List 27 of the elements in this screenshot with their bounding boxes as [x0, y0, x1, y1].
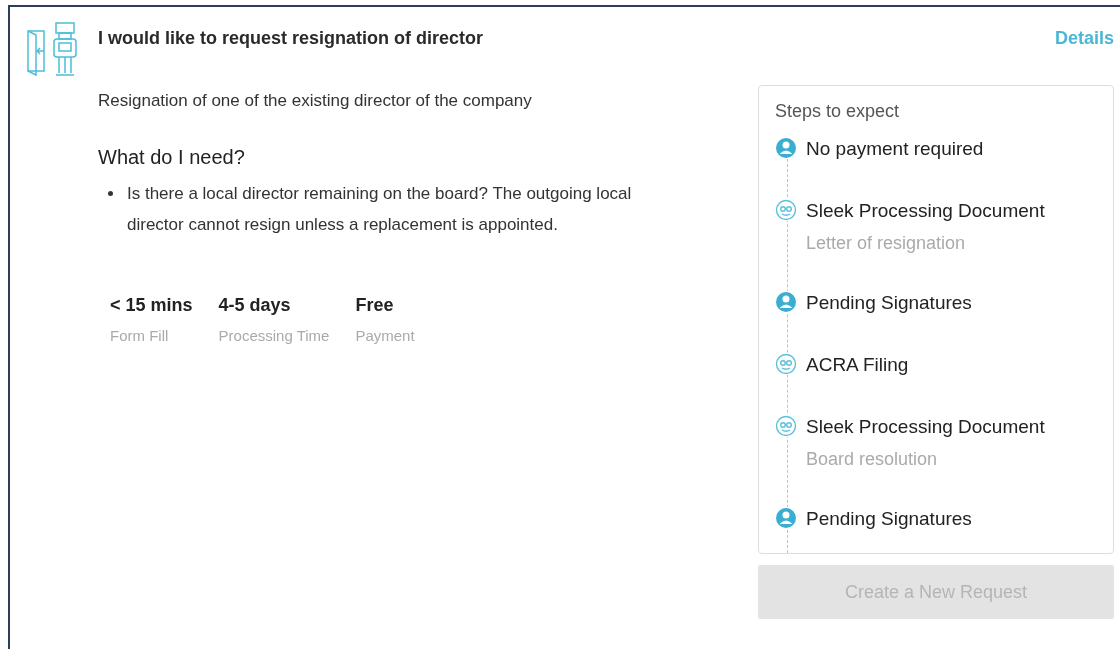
details-link[interactable]: Details [1054, 25, 1114, 52]
stat-value: < 15 mins [110, 293, 193, 317]
robot-face-icon [775, 353, 797, 375]
stat-label: Form Fill [110, 325, 170, 346]
step-title: Sleek Processing Document [806, 415, 1045, 439]
request-description: Resignation of one of the existing director of the company [98, 90, 533, 112]
step-title: No payment required [806, 137, 984, 161]
step-subtitle: Letter of resignation [806, 231, 967, 255]
bullet-icon [108, 190, 113, 196]
step-title: Pending Signatures [806, 507, 972, 531]
step-subtitle: Board resolution [806, 447, 939, 471]
step-title: Pending Signatures [806, 291, 972, 315]
steps-heading: Steps to expect [775, 100, 901, 123]
stat-value: Free [355, 293, 395, 317]
section-heading: What do I need? [98, 144, 246, 170]
person-icon [775, 507, 797, 529]
stat-label: Processing Time [218, 325, 330, 346]
robot-face-icon [775, 199, 797, 221]
requirement-text: Is there a local director remaining on the board? The outgoing local director cannot resign unless a replacement is appointed. [127, 182, 633, 236]
stat-value: 4-5 days [218, 293, 292, 317]
request-title: I would like to request resignation of director [98, 27, 484, 50]
stat-label: Payment [355, 325, 415, 346]
person-icon [775, 137, 797, 159]
robot-face-icon [775, 415, 797, 437]
step-title: ACRA Filing [806, 353, 909, 377]
person-icon [775, 291, 797, 313]
step-title: Sleek Processing Document [806, 199, 1045, 223]
